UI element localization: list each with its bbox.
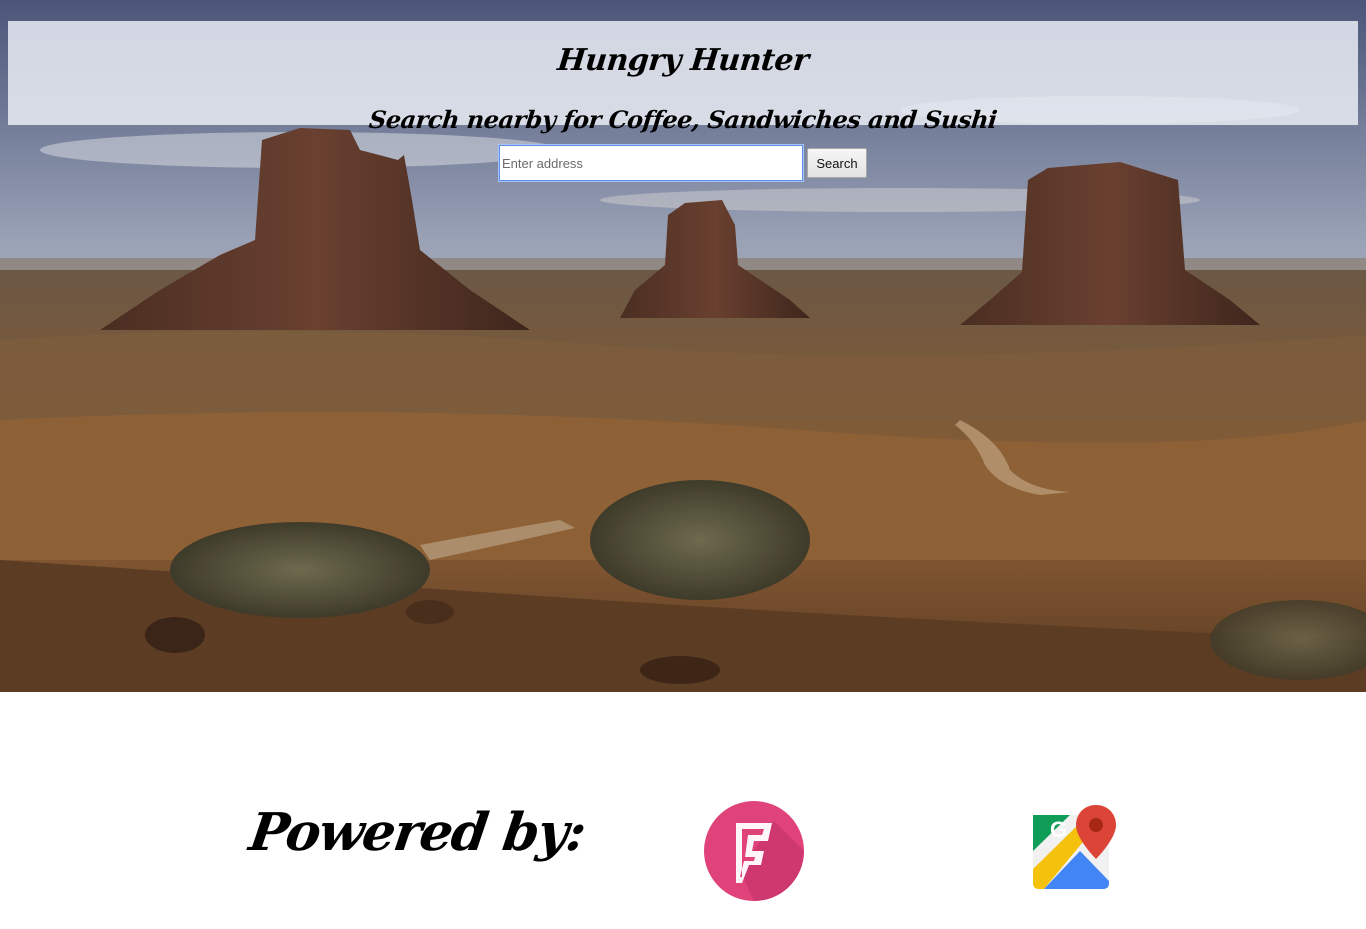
google-maps-icon[interactable]: G	[1030, 803, 1120, 893]
powered-by-label: Powered by:	[245, 802, 589, 863]
page-subtitle: Search nearby for Coffee, Sandwiches and…	[367, 105, 999, 134]
address-input[interactable]	[498, 144, 804, 182]
maps-g-letter: G	[1050, 817, 1067, 842]
search-button[interactable]: Search	[807, 148, 867, 178]
foursquare-icon[interactable]	[704, 801, 804, 901]
search-form: Search	[498, 144, 867, 182]
hero-background: Hungry Hunter Search nearby for Coffee, …	[0, 0, 1366, 692]
header-band: Hungry Hunter Search nearby for Coffee, …	[8, 21, 1358, 134]
app-title: Hungry Hunter	[555, 43, 811, 78]
